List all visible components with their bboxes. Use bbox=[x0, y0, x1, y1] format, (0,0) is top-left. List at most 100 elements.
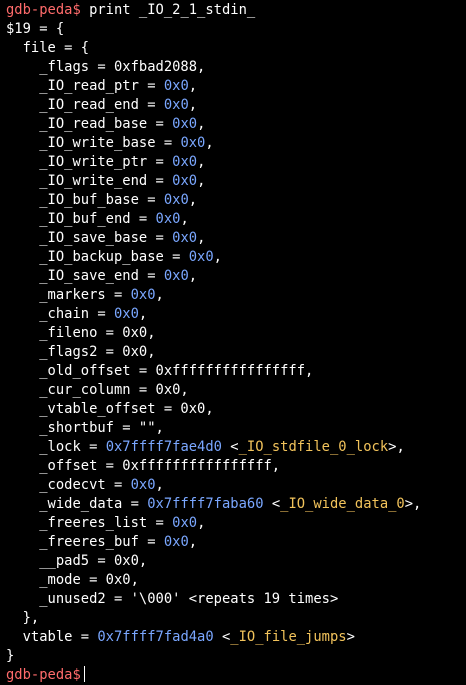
output-text: $19 = { bbox=[6, 21, 65, 37]
output-text: , bbox=[155, 287, 164, 303]
terminal-line: _wide_data = 0x7ffff7faba60 <_IO_wide_da… bbox=[6, 495, 466, 514]
terminal-line: _IO_buf_base = 0x0, bbox=[6, 191, 466, 210]
address-value: 0x0 bbox=[163, 192, 189, 208]
address-value: 0x0 bbox=[163, 534, 189, 550]
terminal-line: }, bbox=[6, 609, 466, 628]
output-text: _IO_write_end = bbox=[6, 173, 173, 189]
terminal-line: _IO_save_end = 0x0, bbox=[6, 267, 466, 286]
output-text: , bbox=[197, 173, 206, 189]
output-text: _old_offset = 0xffffffffffffffff, bbox=[6, 363, 314, 379]
output-text: _chain = bbox=[6, 306, 114, 322]
terminal-line: _flags = 0xfbad2088, bbox=[6, 58, 466, 77]
address-value: 0x0 bbox=[163, 268, 189, 284]
output-text: _mode = 0x0, bbox=[6, 572, 139, 588]
output-text: >, bbox=[388, 439, 405, 455]
output-text: _vtable_offset = 0x0, bbox=[6, 401, 214, 417]
symbol-name: _IO_file_jumps bbox=[230, 629, 347, 645]
output-text: _IO_backup_base = bbox=[6, 249, 189, 265]
terminal-line: __pad5 = 0x0, bbox=[6, 552, 466, 571]
output-text: _cur_column = 0x0, bbox=[6, 382, 189, 398]
terminal-line: _IO_save_base = 0x0, bbox=[6, 229, 466, 248]
terminal-line: gdb-peda$ print _IO_2_1_stdin_ bbox=[6, 1, 466, 20]
terminal-line: _offset = 0xffffffffffffffff, bbox=[6, 457, 466, 476]
terminal-line: _lock = 0x7ffff7fae4d0 <_IO_stdfile_0_lo… bbox=[6, 438, 466, 457]
address-value: 0x0 bbox=[172, 230, 198, 246]
terminal-line: _flags2 = 0x0, bbox=[6, 343, 466, 362]
output-text: , bbox=[213, 249, 222, 265]
output-text: _unused2 = '\000' <repeats 19 times> bbox=[6, 591, 339, 607]
output-text: < bbox=[221, 439, 239, 455]
symbol-name: _IO_stdfile_0_lock bbox=[238, 439, 389, 455]
output-text: >, bbox=[404, 496, 422, 512]
terminal-line: _IO_buf_end = 0x0, bbox=[6, 210, 466, 229]
address-value: 0x0 bbox=[113, 306, 139, 322]
output-text: _IO_read_end = bbox=[6, 97, 164, 113]
output-text: , bbox=[188, 192, 198, 208]
terminal-line: _IO_read_ptr = 0x0, bbox=[6, 77, 466, 96]
output-text: , bbox=[197, 154, 206, 170]
terminal-line: _IO_write_ptr = 0x0, bbox=[6, 153, 466, 172]
output-text: _offset = 0xffffffffffffffff, bbox=[6, 458, 281, 474]
output-text: _flags2 = 0x0, bbox=[6, 344, 156, 360]
output-text: < bbox=[213, 629, 231, 645]
output-text: _codecvt = bbox=[6, 477, 131, 493]
output-text: _shortbuf = "", bbox=[6, 420, 164, 436]
terminal-line: _old_offset = 0xffffffffffffffff, bbox=[6, 362, 466, 381]
address-value: 0x7ffff7fae4d0 bbox=[105, 439, 222, 455]
terminal-line: _cur_column = 0x0, bbox=[6, 381, 466, 400]
output-text: , bbox=[138, 306, 148, 322]
command-text: print _IO_2_1_stdin_ bbox=[80, 2, 256, 18]
terminal-window[interactable]: gdb-peda$ print _IO_2_1_stdin_ $19 = { fi… bbox=[0, 0, 466, 684]
output-text: < bbox=[263, 496, 281, 512]
output-text: , bbox=[197, 230, 206, 246]
output-text: _flags = 0xfbad2088, bbox=[6, 59, 206, 75]
terminal-line: _IO_backup_base = 0x0, bbox=[6, 248, 466, 267]
terminal-line: _shortbuf = "", bbox=[6, 419, 466, 438]
terminal-line: } bbox=[6, 647, 466, 666]
output-text: _IO_buf_end = bbox=[6, 211, 156, 227]
address-value: 0x0 bbox=[172, 515, 198, 531]
output-text: > bbox=[346, 629, 355, 645]
terminal-line: file = { bbox=[6, 39, 466, 58]
terminal-line: $19 = { bbox=[6, 20, 466, 39]
terminal-line: _freeres_list = 0x0, bbox=[6, 514, 466, 533]
input-line: gdb-peda$ bbox=[6, 666, 466, 685]
output-text: , bbox=[188, 534, 198, 550]
address-value: 0x0 bbox=[155, 211, 181, 227]
terminal-line: vtable = 0x7ffff7fad4a0 <_IO_file_jumps> bbox=[6, 628, 466, 647]
output-text: , bbox=[188, 97, 198, 113]
output-text: , bbox=[188, 268, 198, 284]
output-text: _freeres_list = bbox=[6, 515, 173, 531]
output-text: _lock = bbox=[6, 439, 106, 455]
text-cursor[interactable] bbox=[83, 666, 85, 682]
address-value: 0x0 bbox=[172, 116, 198, 132]
output-text: }, bbox=[6, 610, 40, 626]
address-value: 0x0 bbox=[172, 173, 198, 189]
output-text: vtable = bbox=[6, 629, 98, 645]
address-value: 0x0 bbox=[163, 78, 189, 94]
terminal-line: _unused2 = '\000' <repeats 19 times> bbox=[6, 590, 466, 609]
terminal-line: _IO_write_end = 0x0, bbox=[6, 172, 466, 191]
output-text: __pad5 = 0x0, bbox=[6, 553, 148, 569]
output-text: file = { bbox=[6, 40, 90, 56]
terminal-line: _freeres_buf = 0x0, bbox=[6, 533, 466, 552]
output-text: _markers = bbox=[6, 287, 131, 303]
output-text: _IO_save_end = bbox=[6, 268, 164, 284]
address-value: 0x0 bbox=[130, 287, 156, 303]
terminal-line: _IO_write_base = 0x0, bbox=[6, 134, 466, 153]
prompt-text: gdb-peda$ bbox=[6, 667, 81, 683]
output-text: _IO_save_base = bbox=[6, 230, 173, 246]
output-text: _IO_write_base = bbox=[6, 135, 181, 151]
terminal-line: _mode = 0x0, bbox=[6, 571, 466, 590]
output-text: , bbox=[180, 211, 189, 227]
output-text: } bbox=[6, 648, 15, 664]
output-text: , bbox=[188, 78, 198, 94]
terminal-line: _IO_read_base = 0x0, bbox=[6, 115, 466, 134]
address-value: 0x0 bbox=[130, 477, 156, 493]
prompt-text: gdb-peda$ bbox=[6, 2, 81, 18]
address-value: 0x0 bbox=[180, 135, 206, 151]
terminal-line: _vtable_offset = 0x0, bbox=[6, 400, 466, 419]
output-text: _fileno = 0x0, bbox=[6, 325, 156, 341]
output-text: _IO_write_ptr = bbox=[6, 154, 173, 170]
output-text: , bbox=[155, 477, 164, 493]
